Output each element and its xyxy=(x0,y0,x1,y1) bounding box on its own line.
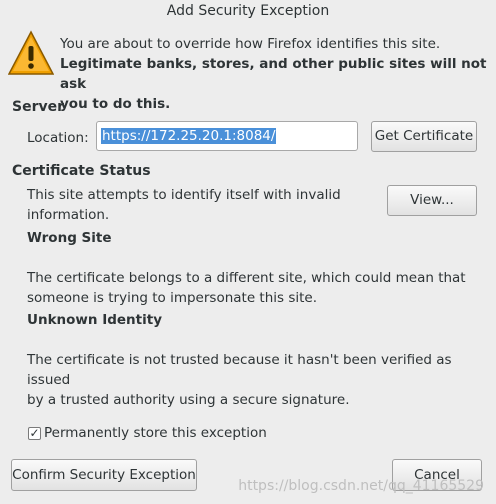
watermark: https://blog.csdn.net/qq_41165529 xyxy=(238,478,484,494)
location-value: https://172.25.20.1:8084/ xyxy=(101,128,277,144)
unknown-identity-line-1: The certificate is not trusted because i… xyxy=(27,352,452,388)
server-heading: Server xyxy=(12,99,65,115)
wrong-site-title: Wrong Site xyxy=(27,230,112,246)
status-summary: This site attempts to identify itself wi… xyxy=(27,185,372,225)
view-button[interactable]: View... xyxy=(387,185,477,216)
get-certificate-button[interactable]: Get Certificate xyxy=(371,121,477,152)
confirm-security-exception-button[interactable]: Confirm Security Exception xyxy=(11,459,197,491)
warning-triangle-icon xyxy=(8,30,54,75)
unknown-identity-title: Unknown Identity xyxy=(27,312,163,328)
status-summary-line-1: This site attempts to identify itself wi… xyxy=(27,187,341,203)
unknown-identity-description: The certificate is not trusted because i… xyxy=(27,350,482,410)
location-input[interactable]: https://172.25.20.1:8084/ xyxy=(96,121,358,151)
intro-line-1: You are about to override how Firefox id… xyxy=(60,36,441,52)
intro-line-2: Legitimate banks, stores, and other publ… xyxy=(60,56,487,92)
unknown-identity-line-2: by a trusted authority using a secure si… xyxy=(27,392,350,408)
wrong-site-line-1: The certificate belongs to a different s… xyxy=(27,270,466,286)
checkmark-icon: ✓ xyxy=(29,426,40,440)
intro-line-3: you to do this. xyxy=(60,96,171,112)
intro-text: You are about to override how Firefox id… xyxy=(60,34,490,114)
wrong-site-line-2: someone is trying to impersonate this si… xyxy=(27,290,318,306)
status-summary-line-2: information. xyxy=(27,207,110,223)
wrong-site-description: The certificate belongs to a different s… xyxy=(27,268,482,308)
dialog-title: Add Security Exception xyxy=(166,3,330,19)
certificate-status-heading: Certificate Status xyxy=(12,163,151,179)
permanent-checkbox-label[interactable]: Permanently store this exception xyxy=(44,425,267,441)
permanent-checkbox[interactable]: ✓ xyxy=(28,427,41,440)
location-label: Location: xyxy=(27,130,89,146)
